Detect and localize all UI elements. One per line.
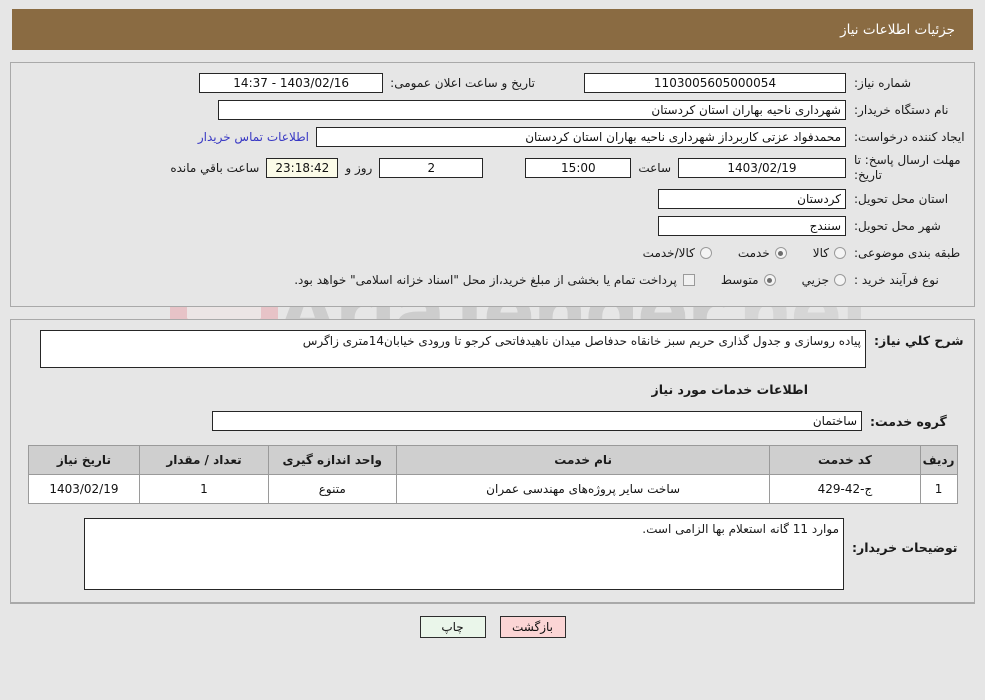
hour-label: ساعت [638, 161, 671, 175]
row-buyer-notes: توضیحات خریدار: موارد 11 گانه استعلام به… [19, 518, 966, 590]
buyer-org-value: شهرداری ناحیه بهاران استان کردستان [218, 100, 846, 120]
th-row-no: ردیف [919, 445, 958, 475]
row-requester: ایجاد کننده درخواست: محمدفواد عزتی کاربر… [11, 126, 974, 148]
resize-grip-icon[interactable] [87, 579, 96, 588]
category-option-kala[interactable]: کالا [813, 246, 846, 260]
remaining-label: ساعت باقي مانده [170, 161, 260, 175]
td-service-code: ج-42-429 [769, 474, 921, 504]
th-unit: واحد اندازه گیری [267, 445, 397, 475]
th-service-name: نام خدمت [395, 445, 771, 475]
page-header: جزئیات اطلاعات نیاز [12, 9, 973, 50]
radio-icon[interactable] [834, 274, 846, 286]
days-remaining-value: 2 [379, 158, 484, 178]
category-option-label: خدمت [737, 246, 770, 260]
page-title: جزئیات اطلاعات نیاز [840, 21, 955, 38]
td-row-no: 1 [919, 474, 958, 504]
table-header-row: ردیف کد خدمت نام خدمت واحد اندازه گیری ت… [27, 445, 958, 475]
category-radio-group: کالا خدمت کالا/خدمت [617, 246, 846, 260]
city-label: شهر محل تحویل: [854, 218, 941, 233]
description-textarea[interactable]: پیاده روسازی و جدول گذاری حریم سبز خانقا… [40, 330, 866, 368]
row-buyer-org: نام دستگاه خریدار: شهرداری ناحیه بهاران … [11, 99, 974, 121]
city-value: سنندج [658, 216, 846, 236]
category-label: طبقه بندی موضوعی: [854, 245, 961, 260]
row-deadline: مهلت ارسال پاسخ: تا تاریخ: 1403/02/19 سا… [11, 153, 974, 183]
table-row: 1 ج-42-429 ساخت سایر پروژه‌های مهندسی عم… [27, 474, 958, 504]
back-button[interactable]: بازگشت [499, 616, 566, 638]
service-group-label: گروه خدمت: [870, 413, 947, 429]
deadline-label-line2: تاریخ: [854, 168, 882, 182]
description-label: شرح کلي نیاز: [874, 333, 964, 348]
row-province: استان محل تحویل: کردستان [11, 188, 974, 210]
td-service-name: ساخت سایر پروژه‌های مهندسی عمران [395, 474, 771, 504]
radio-icon[interactable] [699, 247, 712, 259]
row-process-type: نوع فرآیند خرید : جزیي متوسط پرداخت تمام… [11, 269, 974, 291]
days-label: روز و [345, 161, 373, 175]
details-panel: شرح کلي نیاز: پیاده روسازی و جدول گذاری … [10, 319, 975, 603]
category-option-label: کالا [812, 246, 829, 260]
radio-icon[interactable] [763, 274, 776, 286]
th-service-code: کد خدمت [769, 445, 921, 475]
print-button[interactable]: چاپ [419, 616, 486, 638]
process-option-motevaset[interactable]: متوسط [721, 273, 776, 287]
process-type-radio-group: جزیي متوسط [695, 273, 846, 287]
resize-grip-icon[interactable] [43, 357, 52, 366]
treasury-bond-checkbox-row[interactable]: پرداخت تمام یا بخشی از مبلغ خرید،از محل … [294, 273, 695, 287]
province-value: کردستان [658, 189, 846, 209]
deadline-label: مهلت ارسال پاسخ: تا تاریخ: [846, 153, 966, 183]
province-label: استان محل تحویل: [854, 191, 949, 206]
td-unit: متنوع [267, 474, 397, 504]
need-number-value: 1103005605000054 [584, 73, 846, 93]
th-quantity: تعداد / مقدار [139, 445, 269, 475]
deadline-date-value: 1403/02/19 [678, 158, 846, 178]
need-number-label: شماره نیاز: [854, 75, 911, 90]
requester-value: محمدفواد عزتی کاربرداز شهرداری ناحیه بها… [316, 127, 846, 147]
footer-actions: بازگشت چاپ [10, 603, 975, 638]
category-option-khedmat[interactable]: خدمت [738, 246, 787, 260]
service-group-value: ساختمان [212, 411, 862, 431]
category-option-label: کالا/خدمت [642, 246, 695, 260]
announce-datetime-value: 1403/02/16 - 14:37 [199, 73, 384, 93]
treasury-bond-label: پرداخت تمام یا بخشی از مبلغ خرید،از محل … [294, 273, 677, 287]
row-city: شهر محل تحویل: سنندج [11, 215, 974, 237]
requester-label: ایجاد کننده درخواست: [854, 129, 965, 144]
radio-icon[interactable] [834, 247, 846, 259]
row-general-description: شرح کلي نیاز: پیاده روسازی و جدول گذاری … [19, 330, 966, 368]
process-option-jozee[interactable]: جزیي [802, 273, 846, 287]
td-need-date: 1403/02/19 [27, 474, 141, 504]
process-type-label: نوع فرآیند خرید : [854, 272, 939, 287]
row-service-group: گروه خدمت: ساختمان [19, 411, 966, 431]
deadline-time-value: 15:00 [525, 158, 632, 178]
process-option-label: متوسط [720, 273, 759, 287]
checkbox-icon[interactable] [682, 274, 695, 286]
services-section-title: اطلاعات خدمات مورد نیاز [651, 382, 809, 397]
buyer-org-label: نام دستگاه خریدار: [854, 102, 949, 117]
buyer-notes-textarea[interactable]: موارد 11 گانه استعلام بها الزامی است. [84, 518, 844, 590]
need-info-panel: شماره نیاز: 1103005605000054 تاریخ و ساع… [10, 62, 975, 307]
announce-datetime-label: تاریخ و ساعت اعلان عمومی: [390, 76, 535, 90]
row-category: طبقه بندی موضوعی: کالا خدمت کالا/خدمت [11, 242, 974, 264]
buyer-contact-link[interactable]: اطلاعات تماس خریدار [191, 130, 316, 144]
process-option-label: جزیي [801, 273, 829, 287]
deadline-label-line1: مهلت ارسال پاسخ: تا [854, 153, 961, 167]
category-option-kala-khedmat[interactable]: کالا/خدمت [643, 246, 712, 260]
time-remaining-value: 23:18:42 [266, 158, 339, 178]
services-table: ردیف کد خدمت نام خدمت واحد اندازه گیری ت… [27, 445, 958, 504]
td-quantity: 1 [139, 474, 269, 504]
buyer-notes-label: توضیحات خریدار: [852, 540, 958, 555]
row-need-number: شماره نیاز: 1103005605000054 تاریخ و ساع… [11, 72, 974, 94]
radio-icon[interactable] [774, 247, 787, 259]
th-need-date: تاریخ نیاز [27, 445, 141, 475]
